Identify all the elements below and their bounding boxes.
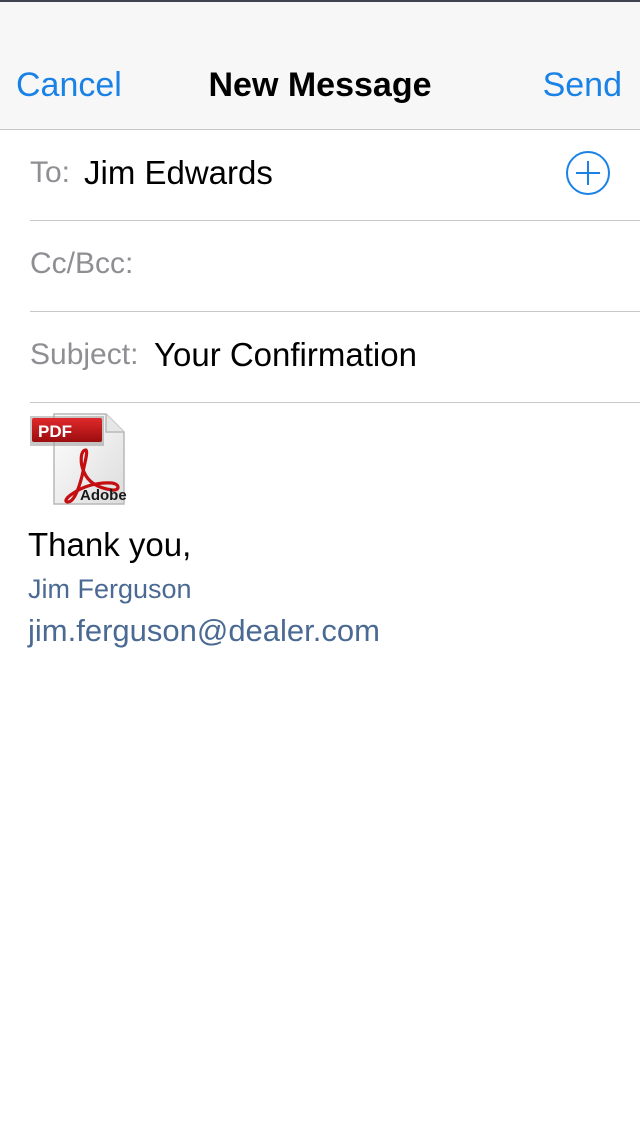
add-contact-plus-icon[interactable] xyxy=(566,151,610,195)
subject-label: Subject: xyxy=(30,338,139,371)
signature-email-link[interactable]: jim.ferguson@dealer.com xyxy=(28,613,380,649)
pdf-file-icon: PDF Adobe xyxy=(30,413,127,505)
message-body-greeting[interactable]: Thank you, xyxy=(28,526,191,564)
subject-input[interactable]: Your Confirmation xyxy=(154,336,417,374)
adobe-brand-text: Adobe xyxy=(80,487,127,504)
to-recipient[interactable]: Jim Edwards xyxy=(84,154,273,192)
navigation-bar: Cancel New Message Send xyxy=(0,2,640,130)
page-title: New Message xyxy=(208,66,432,104)
pdf-attachment[interactable]: PDF Adobe xyxy=(28,412,128,506)
ccbcc-field-row[interactable]: Cc/Bcc: xyxy=(30,221,640,312)
subject-field-row[interactable]: Subject: Your Confirmation xyxy=(30,312,640,403)
pdf-badge-text: PDF xyxy=(38,422,72,441)
to-label: To: xyxy=(30,156,71,189)
to-field-row[interactable]: To: Jim Edwards xyxy=(30,130,640,221)
send-button[interactable]: Send xyxy=(543,66,622,105)
signature-name: Jim Ferguson xyxy=(28,574,192,604)
ccbcc-label: Cc/Bcc: xyxy=(30,247,134,280)
cancel-button[interactable]: Cancel xyxy=(16,66,122,105)
